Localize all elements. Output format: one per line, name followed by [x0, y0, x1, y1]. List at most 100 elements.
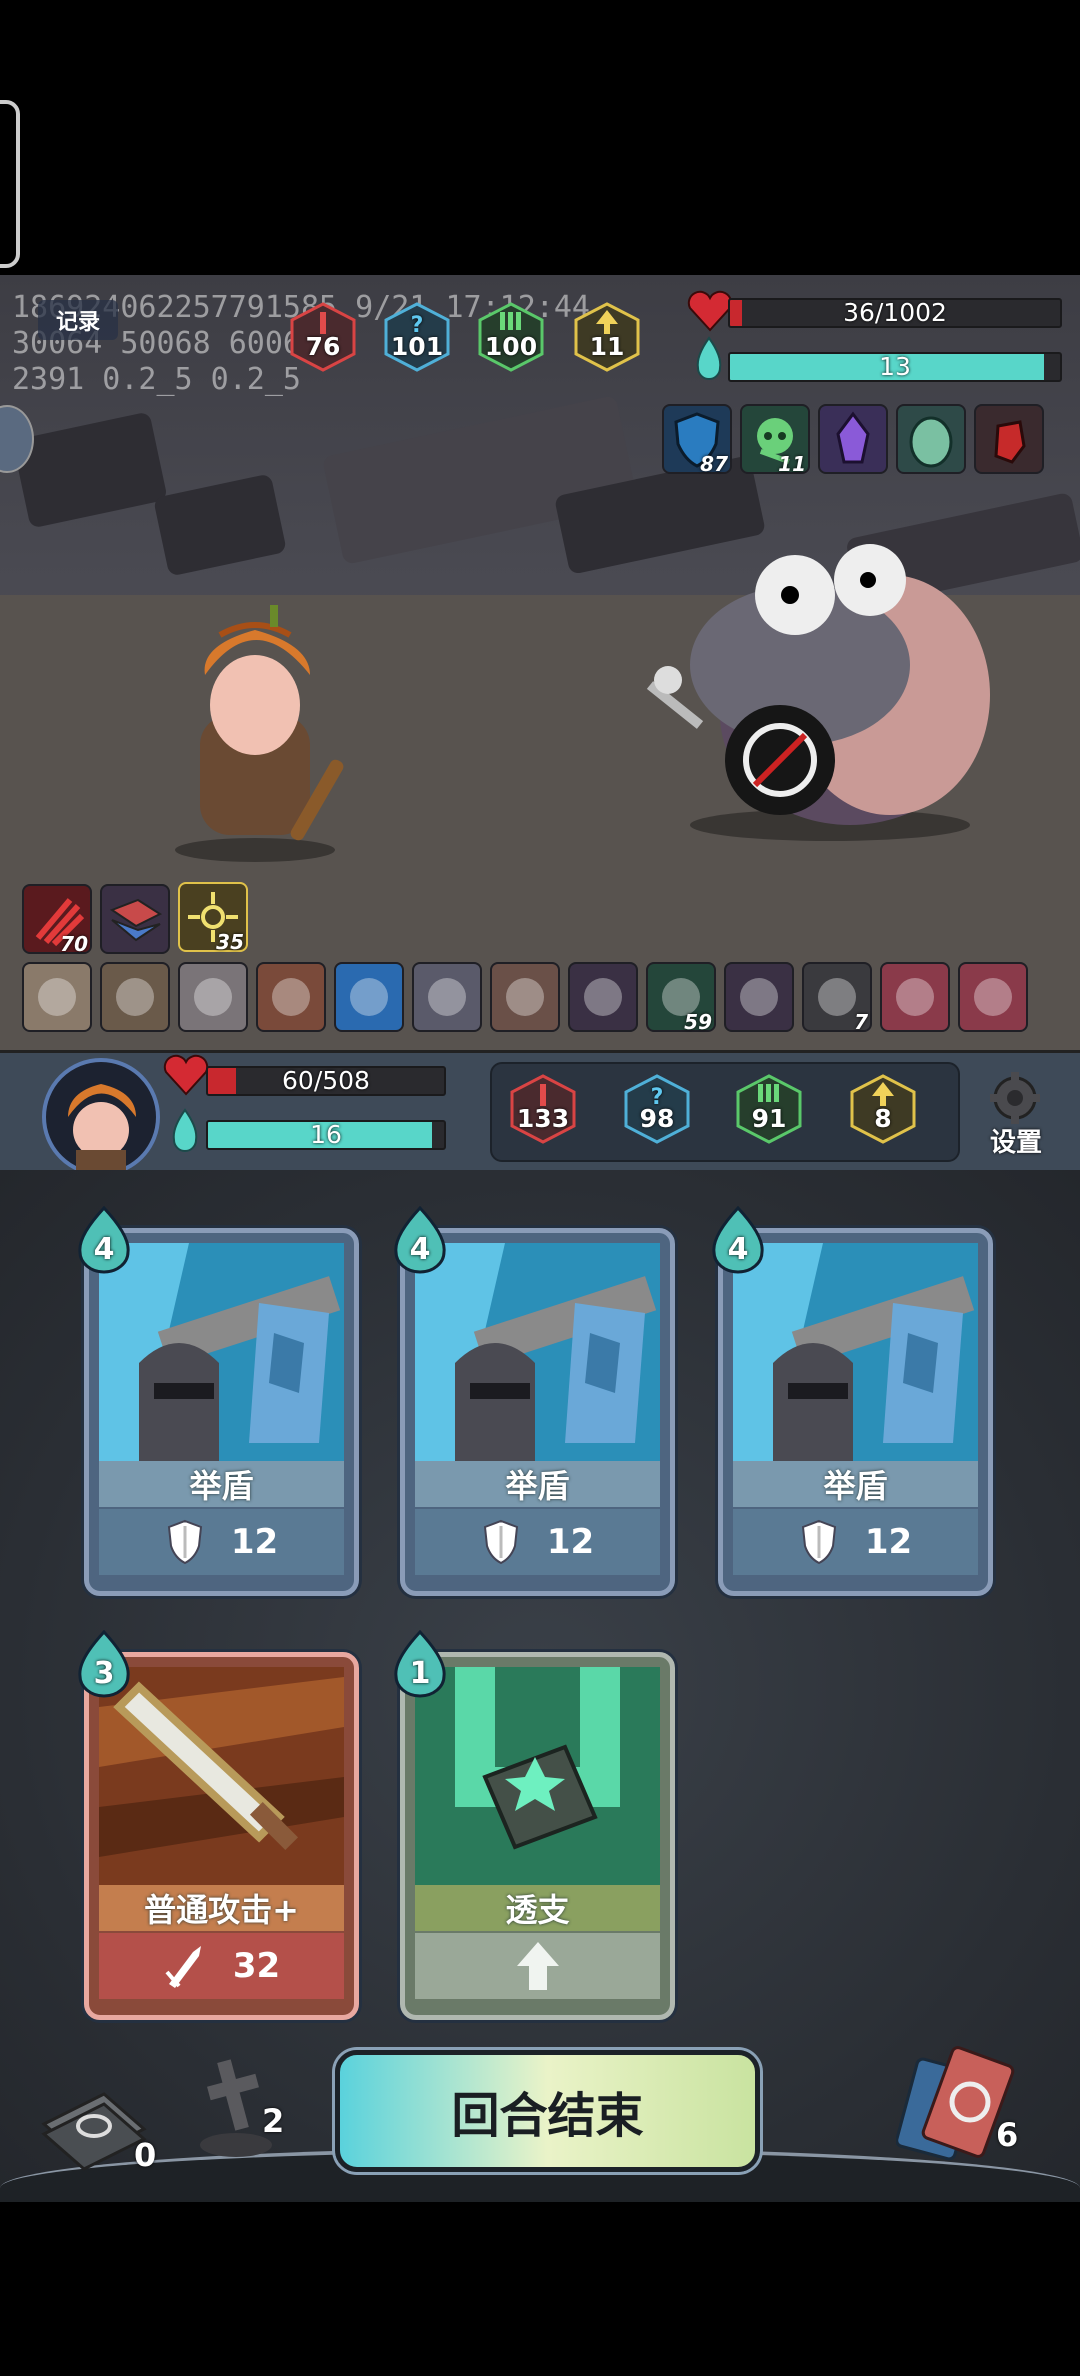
player-avatar[interactable]: [42, 1058, 160, 1176]
enemy-buff-shield[interactable]: 87: [662, 404, 732, 476]
side-handle[interactable]: [0, 100, 20, 268]
card-cost-value: 4: [409, 1232, 431, 1267]
card-name: 举盾: [99, 1461, 344, 1507]
card-value-row: 12: [733, 1509, 978, 1575]
up-arrow-icon: [516, 1942, 559, 1990]
player-mana-text: 16: [310, 1120, 342, 1149]
player-buff-count: 35: [216, 930, 244, 954]
player-hp-text: 60/508: [282, 1066, 370, 1095]
heart-icon: [163, 1054, 209, 1096]
enemy-magic-stat: ? 101: [384, 302, 450, 372]
card-name: 举盾: [733, 1461, 978, 1507]
card-cost-value: 4: [727, 1232, 749, 1267]
shield-icon: [167, 1519, 202, 1565]
enemy-speed-stat: 11: [574, 302, 640, 372]
player-magic-value: 98: [639, 1103, 675, 1133]
purple-crystal-icon: [836, 411, 870, 464]
enemy-speed-value: 11: [589, 331, 625, 361]
player-magic-stat: ? 98: [624, 1074, 690, 1144]
discard-pile[interactable]: 6: [895, 2044, 1036, 2174]
enemy-buff-egg[interactable]: [896, 404, 966, 474]
relic-item[interactable]: [334, 962, 404, 1032]
sword-art: [99, 1667, 344, 1885]
knight-shield-art: [415, 1243, 660, 1461]
relic-item[interactable]: [724, 962, 794, 1032]
enemy-buff-poison[interactable]: 11: [740, 404, 810, 476]
relic-row: 59 7: [22, 962, 1062, 1034]
card-cost-value: 4: [93, 1232, 115, 1267]
draw-pile[interactable]: 0: [34, 2074, 164, 2184]
discard-count: 6: [996, 2116, 1019, 2154]
relic-item[interactable]: [100, 962, 170, 1032]
enemy-mana-bar: 13: [728, 352, 1062, 382]
relic-item[interactable]: [490, 962, 560, 1032]
card-art: [99, 1243, 344, 1461]
card-art: [99, 1667, 344, 1885]
enemy-defense-stat: 100: [478, 302, 544, 372]
card-cost-value: 3: [93, 1656, 115, 1691]
enemy-character: [646, 544, 990, 841]
relic-item[interactable]: [568, 962, 638, 1032]
gauntlet-icon: [994, 420, 1026, 464]
pumpkin-head-avatar-icon: [68, 1084, 136, 1172]
player-attack-stat: 133: [510, 1074, 576, 1144]
card-basic-attack-plus[interactable]: 普通攻击+ 32: [84, 1652, 359, 2020]
record-button[interactable]: 记录: [38, 300, 118, 340]
player-defense-value: 91: [751, 1103, 787, 1133]
relic-item[interactable]: [256, 962, 326, 1032]
relic-item[interactable]: [22, 962, 92, 1032]
player-mana-bar: 16: [206, 1120, 446, 1150]
glove-icon: [194, 978, 232, 1016]
knight-shield-art: [99, 1243, 344, 1461]
player-speed-value: 8: [874, 1103, 892, 1133]
enemy-defense-value: 100: [484, 331, 538, 361]
broken-shield-icon: [584, 978, 622, 1016]
debug-text-line3: 2391 0.2_5 0.2_5: [12, 362, 301, 397]
red-gem-icon: [896, 978, 934, 1016]
end-turn-button[interactable]: 回合结束: [335, 2050, 760, 2172]
red-gem-icon: [974, 978, 1012, 1016]
card-name: 举盾: [415, 1461, 660, 1507]
card-raise-shield[interactable]: 举盾 12: [718, 1228, 993, 1596]
horn-icon: [506, 978, 544, 1016]
broken-shield-icon: [740, 978, 778, 1016]
egg-icon: [909, 416, 953, 468]
settings-button[interactable]: 设置: [976, 1070, 1056, 1160]
card-value: 12: [230, 1522, 279, 1562]
enemy-hp-text: 36/1002: [843, 298, 947, 327]
card-value-row: 12: [99, 1509, 344, 1575]
card-raise-shield[interactable]: 举盾 12: [84, 1228, 359, 1596]
enemy-buff-count: 87: [700, 452, 728, 476]
broken-shield-icon: [109, 898, 163, 942]
relic-item[interactable]: 59: [646, 962, 716, 1034]
relic-item[interactable]: [880, 962, 950, 1032]
player-attack-value: 133: [516, 1103, 570, 1133]
player-defense-stat: 91: [736, 1074, 802, 1144]
relic-count: 59: [684, 1010, 712, 1034]
background-rock: [12, 411, 168, 529]
discard-pile-icon: [895, 2046, 1015, 2161]
player-buff-broken-shield[interactable]: [100, 884, 170, 954]
player-buff-star[interactable]: 35: [178, 882, 248, 954]
graveyard-pile[interactable]: 2: [186, 2050, 296, 2170]
card-art: [415, 1243, 660, 1461]
relic-item[interactable]: [412, 962, 482, 1032]
card-value-row: [415, 1933, 660, 1999]
card-burst-art: [415, 1667, 660, 1885]
player-buff-claw[interactable]: 70: [22, 884, 92, 956]
shield-icon: [801, 1519, 836, 1565]
enemy-buff-crystal[interactable]: [818, 404, 888, 474]
enemy-attack-stat: 76: [290, 302, 356, 372]
relic-item[interactable]: [178, 962, 248, 1032]
player-hp-bar: 60/508: [206, 1066, 446, 1096]
enemy-attack-value: 76: [305, 331, 341, 361]
enemy-buff-gauntlet[interactable]: [974, 404, 1044, 474]
card-cost-badge: 1: [390, 1629, 450, 1698]
card-raise-shield[interactable]: 举盾 12: [400, 1228, 675, 1596]
relic-item[interactable]: 7: [802, 962, 872, 1034]
gear-icon: [990, 1072, 1040, 1124]
mana-flame-icon: [696, 336, 722, 380]
card-overdraw[interactable]: 透支: [400, 1652, 675, 2020]
relic-item[interactable]: [958, 962, 1028, 1032]
shield-icon: [483, 1519, 518, 1565]
